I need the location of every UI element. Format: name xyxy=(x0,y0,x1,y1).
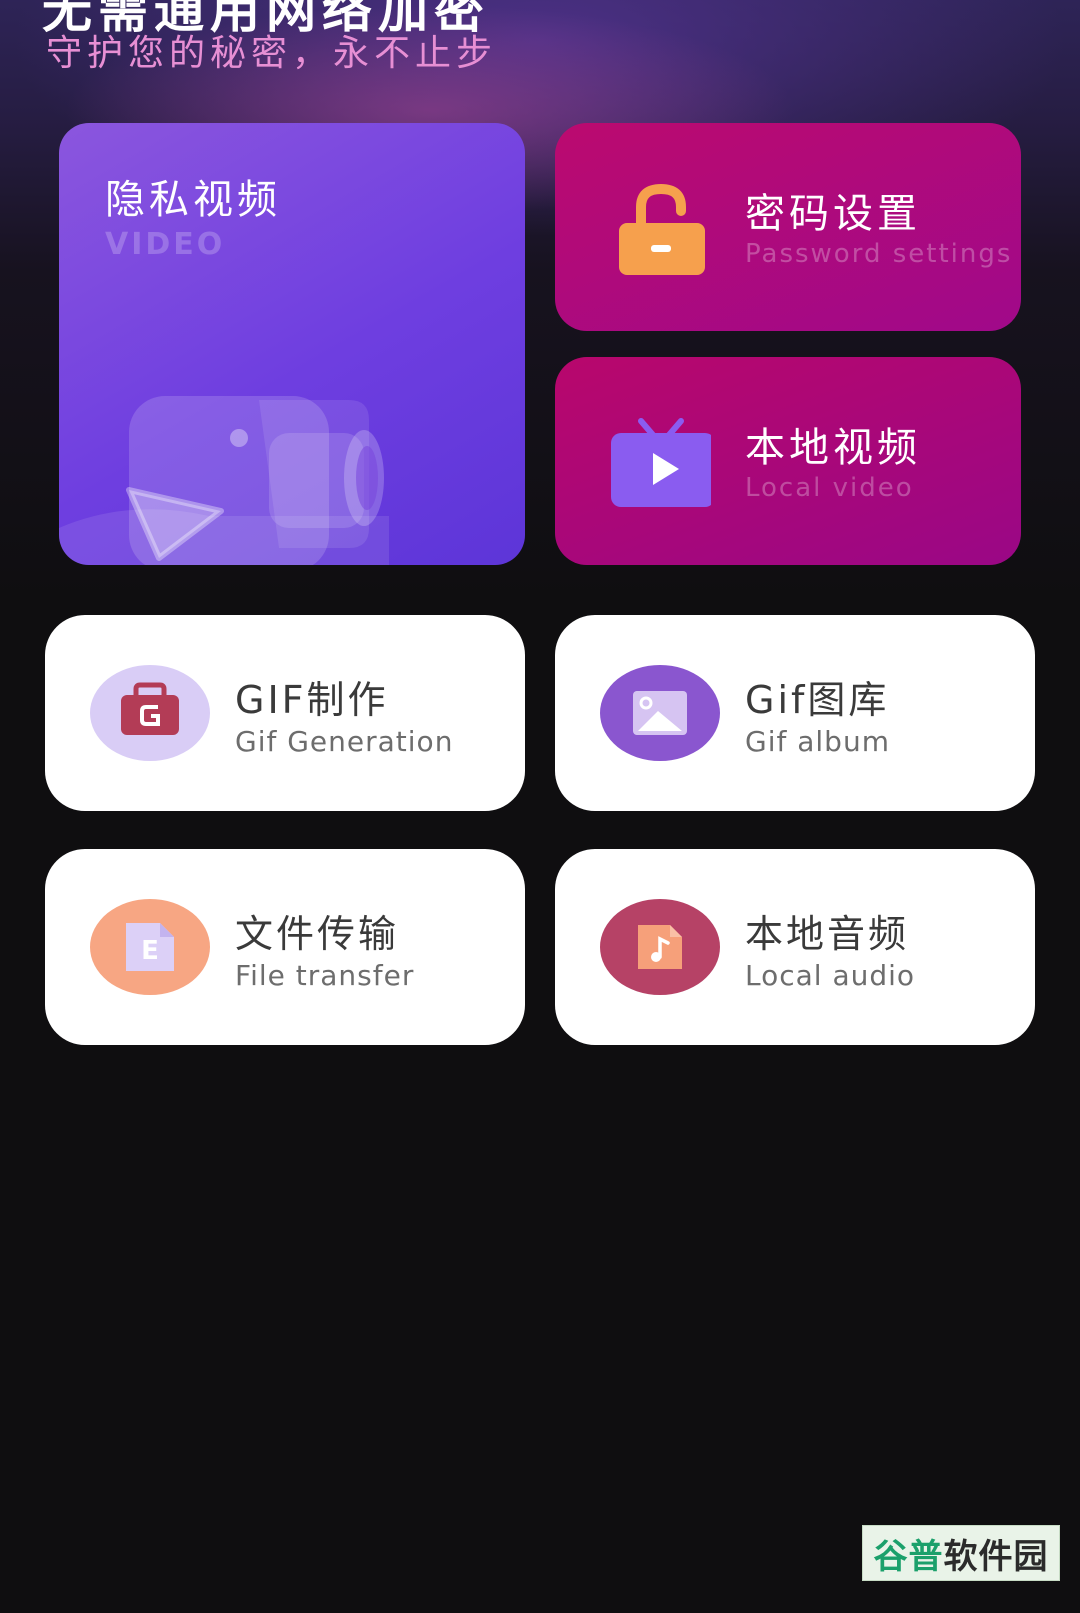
watermark-part1: 谷普 xyxy=(873,1536,944,1577)
watermark-part2: 软件园 xyxy=(943,1536,1049,1577)
gif-bag-icon xyxy=(90,665,210,761)
local-audio-subtitle: Local audio xyxy=(745,959,916,992)
file-transfer-card[interactable]: E 文件传输 File transfer xyxy=(45,849,525,1045)
image-icon xyxy=(600,665,720,761)
local-audio-title: 本地音频 xyxy=(745,912,910,956)
file-icon: E xyxy=(90,899,210,995)
svg-text:E: E xyxy=(141,936,159,966)
gif-generation-subtitle: Gif Generation xyxy=(235,725,454,758)
private-video-subtitle: VIDEO xyxy=(105,227,226,262)
file-transfer-title: 文件传输 xyxy=(235,912,400,956)
local-video-subtitle: Local video xyxy=(745,473,914,503)
page-subtitle: 守护您的秘密，永不止步 xyxy=(46,33,498,74)
password-settings-card[interactable]: 密码设置 Password settings xyxy=(555,123,1021,331)
gif-album-card[interactable]: Gif图库 Gif album xyxy=(555,615,1035,811)
gif-album-subtitle: Gif album xyxy=(745,725,890,758)
watermark-logo: 谷普 软件园 xyxy=(862,1525,1060,1581)
local-video-card[interactable]: 本地视频 Local video xyxy=(555,357,1021,565)
private-video-title: 隐私视频 xyxy=(105,177,281,223)
gif-generation-card[interactable]: GIF制作 Gif Generation xyxy=(45,615,525,811)
gif-album-title: Gif图库 xyxy=(745,678,890,722)
local-audio-card[interactable]: 本地音频 Local audio xyxy=(555,849,1035,1045)
video-camera-icon xyxy=(59,396,389,565)
file-transfer-subtitle: File transfer xyxy=(235,959,415,992)
password-settings-title: 密码设置 xyxy=(745,191,921,237)
tv-play-icon xyxy=(611,418,711,507)
music-file-icon xyxy=(600,899,720,995)
unlock-icon xyxy=(619,183,705,275)
password-settings-subtitle: Password settings xyxy=(745,239,1013,269)
local-video-title: 本地视频 xyxy=(745,425,921,471)
private-video-card[interactable]: 隐私视频 VIDEO xyxy=(59,123,525,565)
gif-generation-title: GIF制作 xyxy=(235,678,389,722)
